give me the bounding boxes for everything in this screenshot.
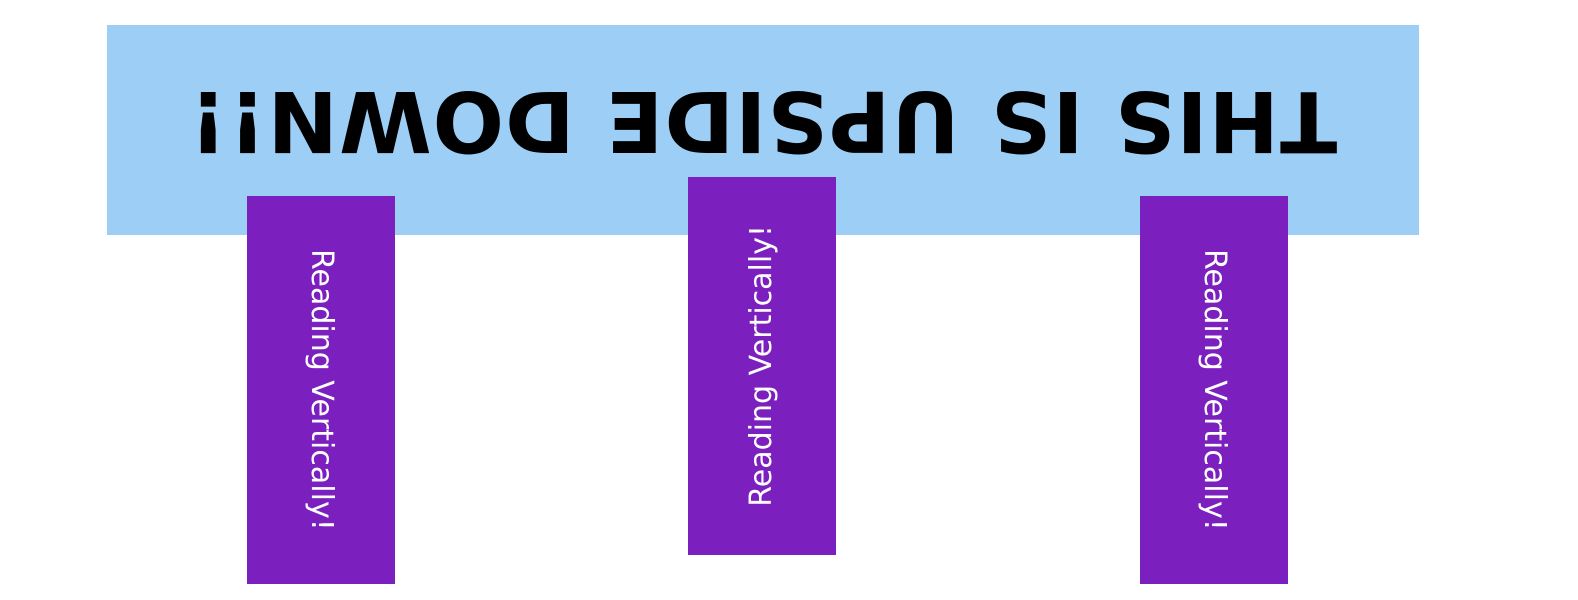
canvas: THIS IS UPSIDE DOWN!! Reading Vertically… [0, 0, 1578, 600]
vertical-box-middle: Reading Vertically! [688, 177, 836, 555]
vertical-text-right: Reading Vertically! [1197, 249, 1232, 531]
banner-text: THIS IS UPSIDE DOWN!! [188, 72, 1338, 170]
vertical-box-left: Reading Vertically! [247, 196, 395, 584]
vertical-box-right: Reading Vertically! [1140, 196, 1288, 584]
vertical-text-left: Reading Vertically! [304, 249, 339, 531]
vertical-text-middle: Reading Vertically! [744, 225, 779, 507]
